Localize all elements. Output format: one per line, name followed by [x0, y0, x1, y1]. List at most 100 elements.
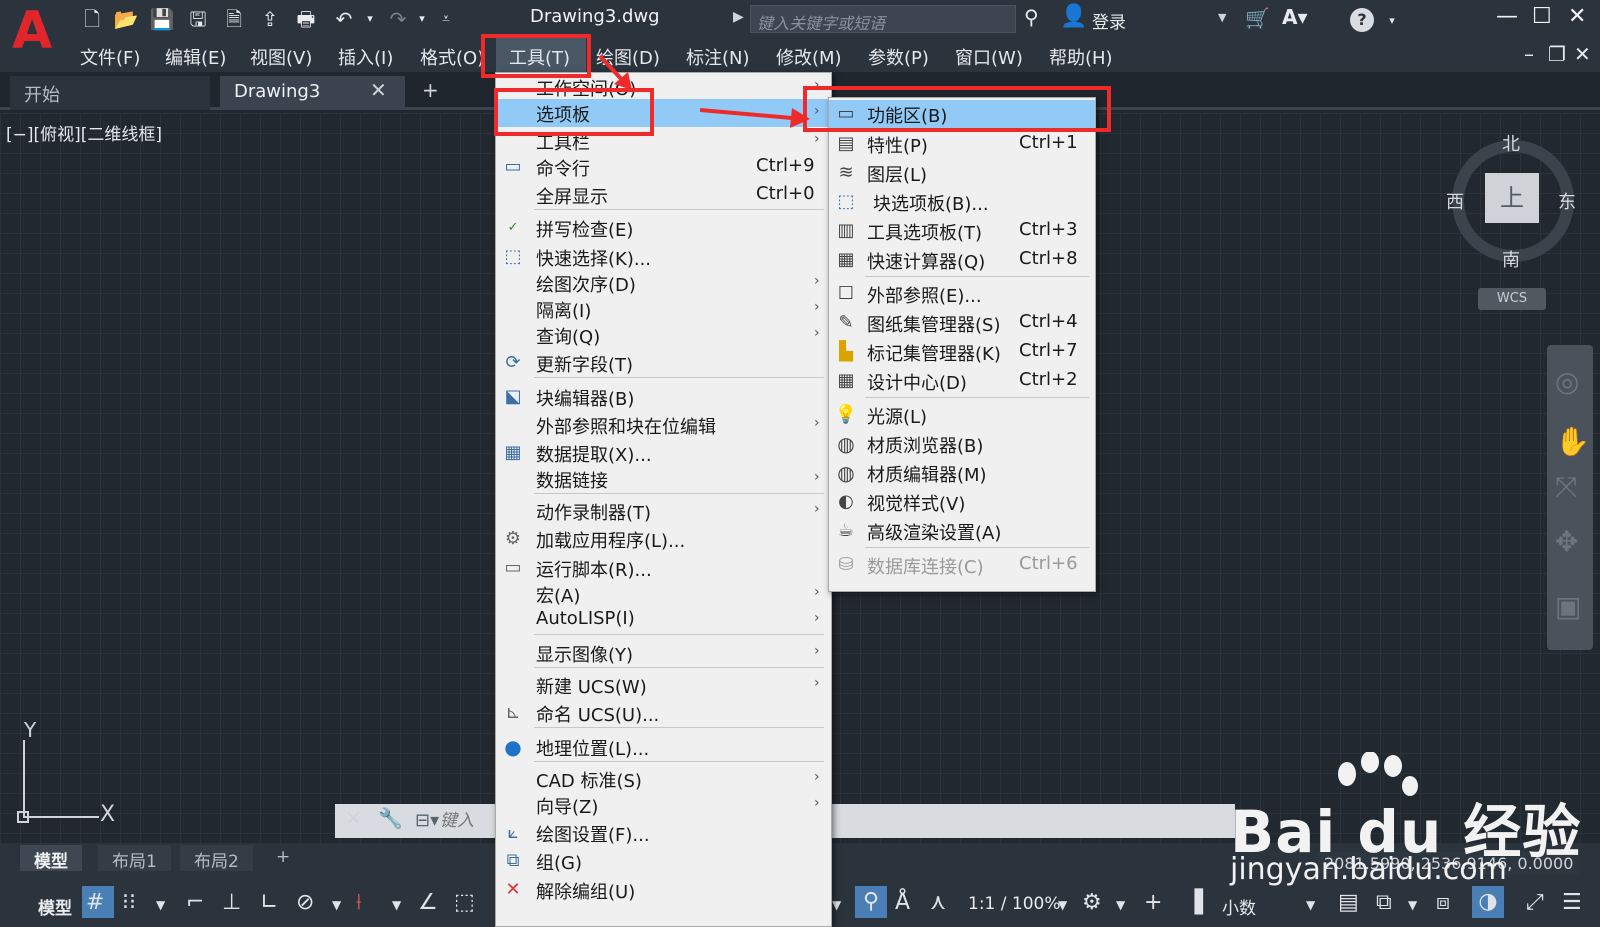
submenu-item-xrefs[interactable]: ☐ 外部参照(E)...	[829, 280, 1095, 308]
doc-restore-icon[interactable]: ❐	[1548, 42, 1566, 66]
menu-edit[interactable]: 编辑(E)	[165, 44, 226, 70]
scale-dropdown-icon[interactable]: ▼	[1058, 898, 1067, 912]
menu-item-load-application[interactable]: ⚙ 加载应用程序(L)...	[496, 525, 831, 553]
menu-dimension[interactable]: 标注(N)	[686, 44, 750, 70]
menu-item-display-image[interactable]: 显示图像(Y) ›	[496, 639, 831, 667]
menu-item-cad-standards[interactable]: CAD 标准(S) ›	[496, 765, 831, 793]
menu-item-action-recorder[interactable]: 动作录制器(T) ›	[496, 497, 831, 525]
autocad-logo-icon[interactable]: A	[12, 5, 60, 57]
new-tab-icon[interactable]: +	[422, 78, 439, 102]
annotation-scale-value[interactable]: 1:1 / 100%	[968, 894, 1061, 914]
compass-north[interactable]: 北	[1502, 130, 1520, 156]
submenu-item-properties[interactable]: ▤ 特性(P) Ctrl+1	[829, 130, 1095, 158]
menu-item-data-links[interactable]: 数据链接 ›	[496, 465, 831, 493]
annotation-monitor-icon[interactable]: +	[1144, 890, 1162, 915]
menu-item-ungroup[interactable]: ✕ 解除编组(U)	[496, 876, 831, 904]
orbit-icon[interactable]: ✥	[1555, 525, 1578, 558]
clean-screen-icon[interactable]: ⤢	[1526, 890, 1544, 915]
search-input[interactable]: 键入关键字或短语	[750, 5, 1016, 33]
menu-item-spelling[interactable]: ✓ 拼写检查(E)	[496, 214, 831, 242]
doc-minimize-icon[interactable]: –	[1524, 42, 1534, 66]
search-icon[interactable]: ⚲	[1024, 5, 1039, 29]
save-as-icon[interactable]: 🖫	[184, 6, 212, 32]
layout-tab-2[interactable]: 布局2	[180, 845, 253, 874]
quick-properties-icon[interactable]: ▤	[1338, 890, 1359, 915]
menu-item-macro[interactable]: 宏(A) ›	[496, 580, 831, 608]
submenu-item-markup-set-manager[interactable]: ▙ 标记集管理器(K) Ctrl+7	[829, 338, 1095, 366]
snap-dropdown-icon[interactable]: ▼	[156, 898, 165, 912]
close-window-icon[interactable]: ✕	[1568, 4, 1586, 29]
submenu-item-db-connect[interactable]: ⛁ 数据库连接(C) Ctrl+6	[829, 551, 1095, 579]
menu-item-quick-select[interactable]: ⬚ 快速选择(K)...	[496, 243, 831, 271]
menu-item-new-ucs[interactable]: 新建 UCS(W) ›	[496, 671, 831, 699]
menu-item-geographic-location[interactable]: ● 地理位置(L)...	[496, 733, 831, 761]
grid-icon[interactable]: #	[86, 890, 104, 915]
command-customize-icon[interactable]: 🔧	[378, 806, 403, 830]
undo-dropdown-icon[interactable]: ▾	[356, 6, 384, 32]
annotation-visibility-icon[interactable]: ⚲	[855, 886, 887, 918]
workspace-dropdown-icon[interactable]: ▼	[1116, 898, 1125, 912]
menu-item-inquiry[interactable]: 查询(Q) ›	[496, 321, 831, 349]
isodraft-dropdown-icon[interactable]: ▼	[392, 898, 401, 912]
menu-item-named-ucs[interactable]: ⊾ 命名 UCS(U)...	[496, 699, 831, 727]
dynamic-input-icon[interactable]: ⊥	[222, 890, 241, 915]
help-dropdown-icon[interactable]: ▾	[1378, 8, 1406, 34]
polar-icon[interactable]: ⊘	[296, 890, 314, 915]
submenu-item-visual-styles[interactable]: ◐ 视觉样式(V)	[829, 488, 1095, 516]
model-space-button[interactable]: 模型	[38, 894, 72, 919]
menu-file[interactable]: 文件(F)	[80, 44, 140, 70]
isolate-objects-icon[interactable]: ⧈	[1436, 890, 1450, 915]
menu-item-group[interactable]: ⧉ 组(G)	[496, 847, 831, 875]
submenu-item-design-center[interactable]: ▦ 设计中心(D) Ctrl+2	[829, 367, 1095, 395]
viewport-controls[interactable]: [−][俯视][二维线框]	[6, 120, 162, 145]
object-snap-icon[interactable]: ⬚	[454, 890, 475, 915]
submenu-item-lights[interactable]: 💡 光源(L)	[829, 401, 1095, 429]
menu-item-run-script[interactable]: ▭ 运行脚本(R)...	[496, 554, 831, 582]
viewcube-top-face[interactable]: 上	[1485, 173, 1539, 223]
maximize-icon[interactable]: ☐	[1532, 4, 1552, 29]
title-expand-icon[interactable]: ▶	[733, 9, 744, 25]
units-icon[interactable]: ▐	[1186, 890, 1203, 915]
ortho-icon[interactable]: ∟	[260, 890, 278, 915]
steering-wheel-icon[interactable]: ◎	[1555, 365, 1579, 398]
autodesk-a360-icon[interactable]: A▾	[1282, 5, 1308, 29]
command-close-icon[interactable]: ✕	[345, 806, 362, 830]
menu-window[interactable]: 窗口(W)	[955, 44, 1023, 70]
tab-start[interactable]: 开始	[10, 76, 210, 110]
layout-tab-model[interactable]: 模型	[20, 845, 82, 874]
compass-west[interactable]: 西	[1446, 188, 1464, 214]
menu-modify[interactable]: 修改(M)	[776, 44, 842, 70]
units-dropdown-icon[interactable]: ▼	[1306, 898, 1315, 912]
menu-item-block-editor[interactable]: ⬕ 块编辑器(B)	[496, 383, 831, 411]
submenu-item-quickcalc[interactable]: ▦ 快速计算器(Q) Ctrl+8	[829, 246, 1095, 274]
share-icon[interactable]: ⇪	[256, 6, 284, 32]
menu-parametric[interactable]: 参数(P)	[868, 44, 929, 70]
new-file-icon[interactable]: 🗋	[78, 6, 106, 32]
workspace-gear-icon[interactable]: ⚙	[1082, 890, 1102, 915]
compass-east[interactable]: 东	[1558, 188, 1576, 214]
cart-icon[interactable]: 🛒	[1245, 6, 1270, 30]
zoom-icon[interactable]: ⤧	[1555, 470, 1577, 504]
infer-constraints-icon[interactable]: ⌐	[186, 890, 204, 915]
menu-item-drafting-settings[interactable]: ⟀ 绘图设置(F)...	[496, 819, 831, 847]
annotation-dropdown-icon[interactable]: ▼	[832, 898, 841, 912]
minimize-icon[interactable]: —	[1496, 4, 1518, 29]
annotation-scale-icon[interactable]: ⋏	[930, 890, 946, 915]
command-history-icon[interactable]: ⊟▾	[415, 810, 439, 831]
menu-insert[interactable]: 插入(I)	[338, 44, 393, 70]
user-icon[interactable]: 👤	[1060, 4, 1087, 29]
wcs-dropdown[interactable]: WCS	[1478, 288, 1546, 310]
submenu-item-layers[interactable]: ≋ 图层(L)	[829, 159, 1095, 187]
menu-item-autolisp[interactable]: AutoLISP(I) ›	[496, 606, 831, 634]
menu-item-draw-order[interactable]: 绘图次序(D) ›	[496, 269, 831, 297]
menu-item-isolate[interactable]: 隔离(I) ›	[496, 295, 831, 323]
submenu-item-render-settings[interactable]: ☕ 高级渲染设置(A)	[829, 517, 1095, 545]
submenu-item-materials-editor[interactable]: ◍ 材质编辑器(M)	[829, 459, 1095, 487]
units-value[interactable]: 小数	[1222, 894, 1256, 919]
print-icon[interactable]: 🖶	[292, 6, 320, 32]
menu-item-data-extraction[interactable]: ▦ 数据提取(X)...	[496, 439, 831, 467]
showmotion-icon[interactable]: ▣	[1555, 590, 1581, 623]
auto-scale-icon[interactable]: Å	[895, 890, 910, 915]
menu-item-wizards[interactable]: 向导(Z) ›	[496, 791, 831, 819]
help-icon[interactable]: ?	[1350, 8, 1374, 32]
